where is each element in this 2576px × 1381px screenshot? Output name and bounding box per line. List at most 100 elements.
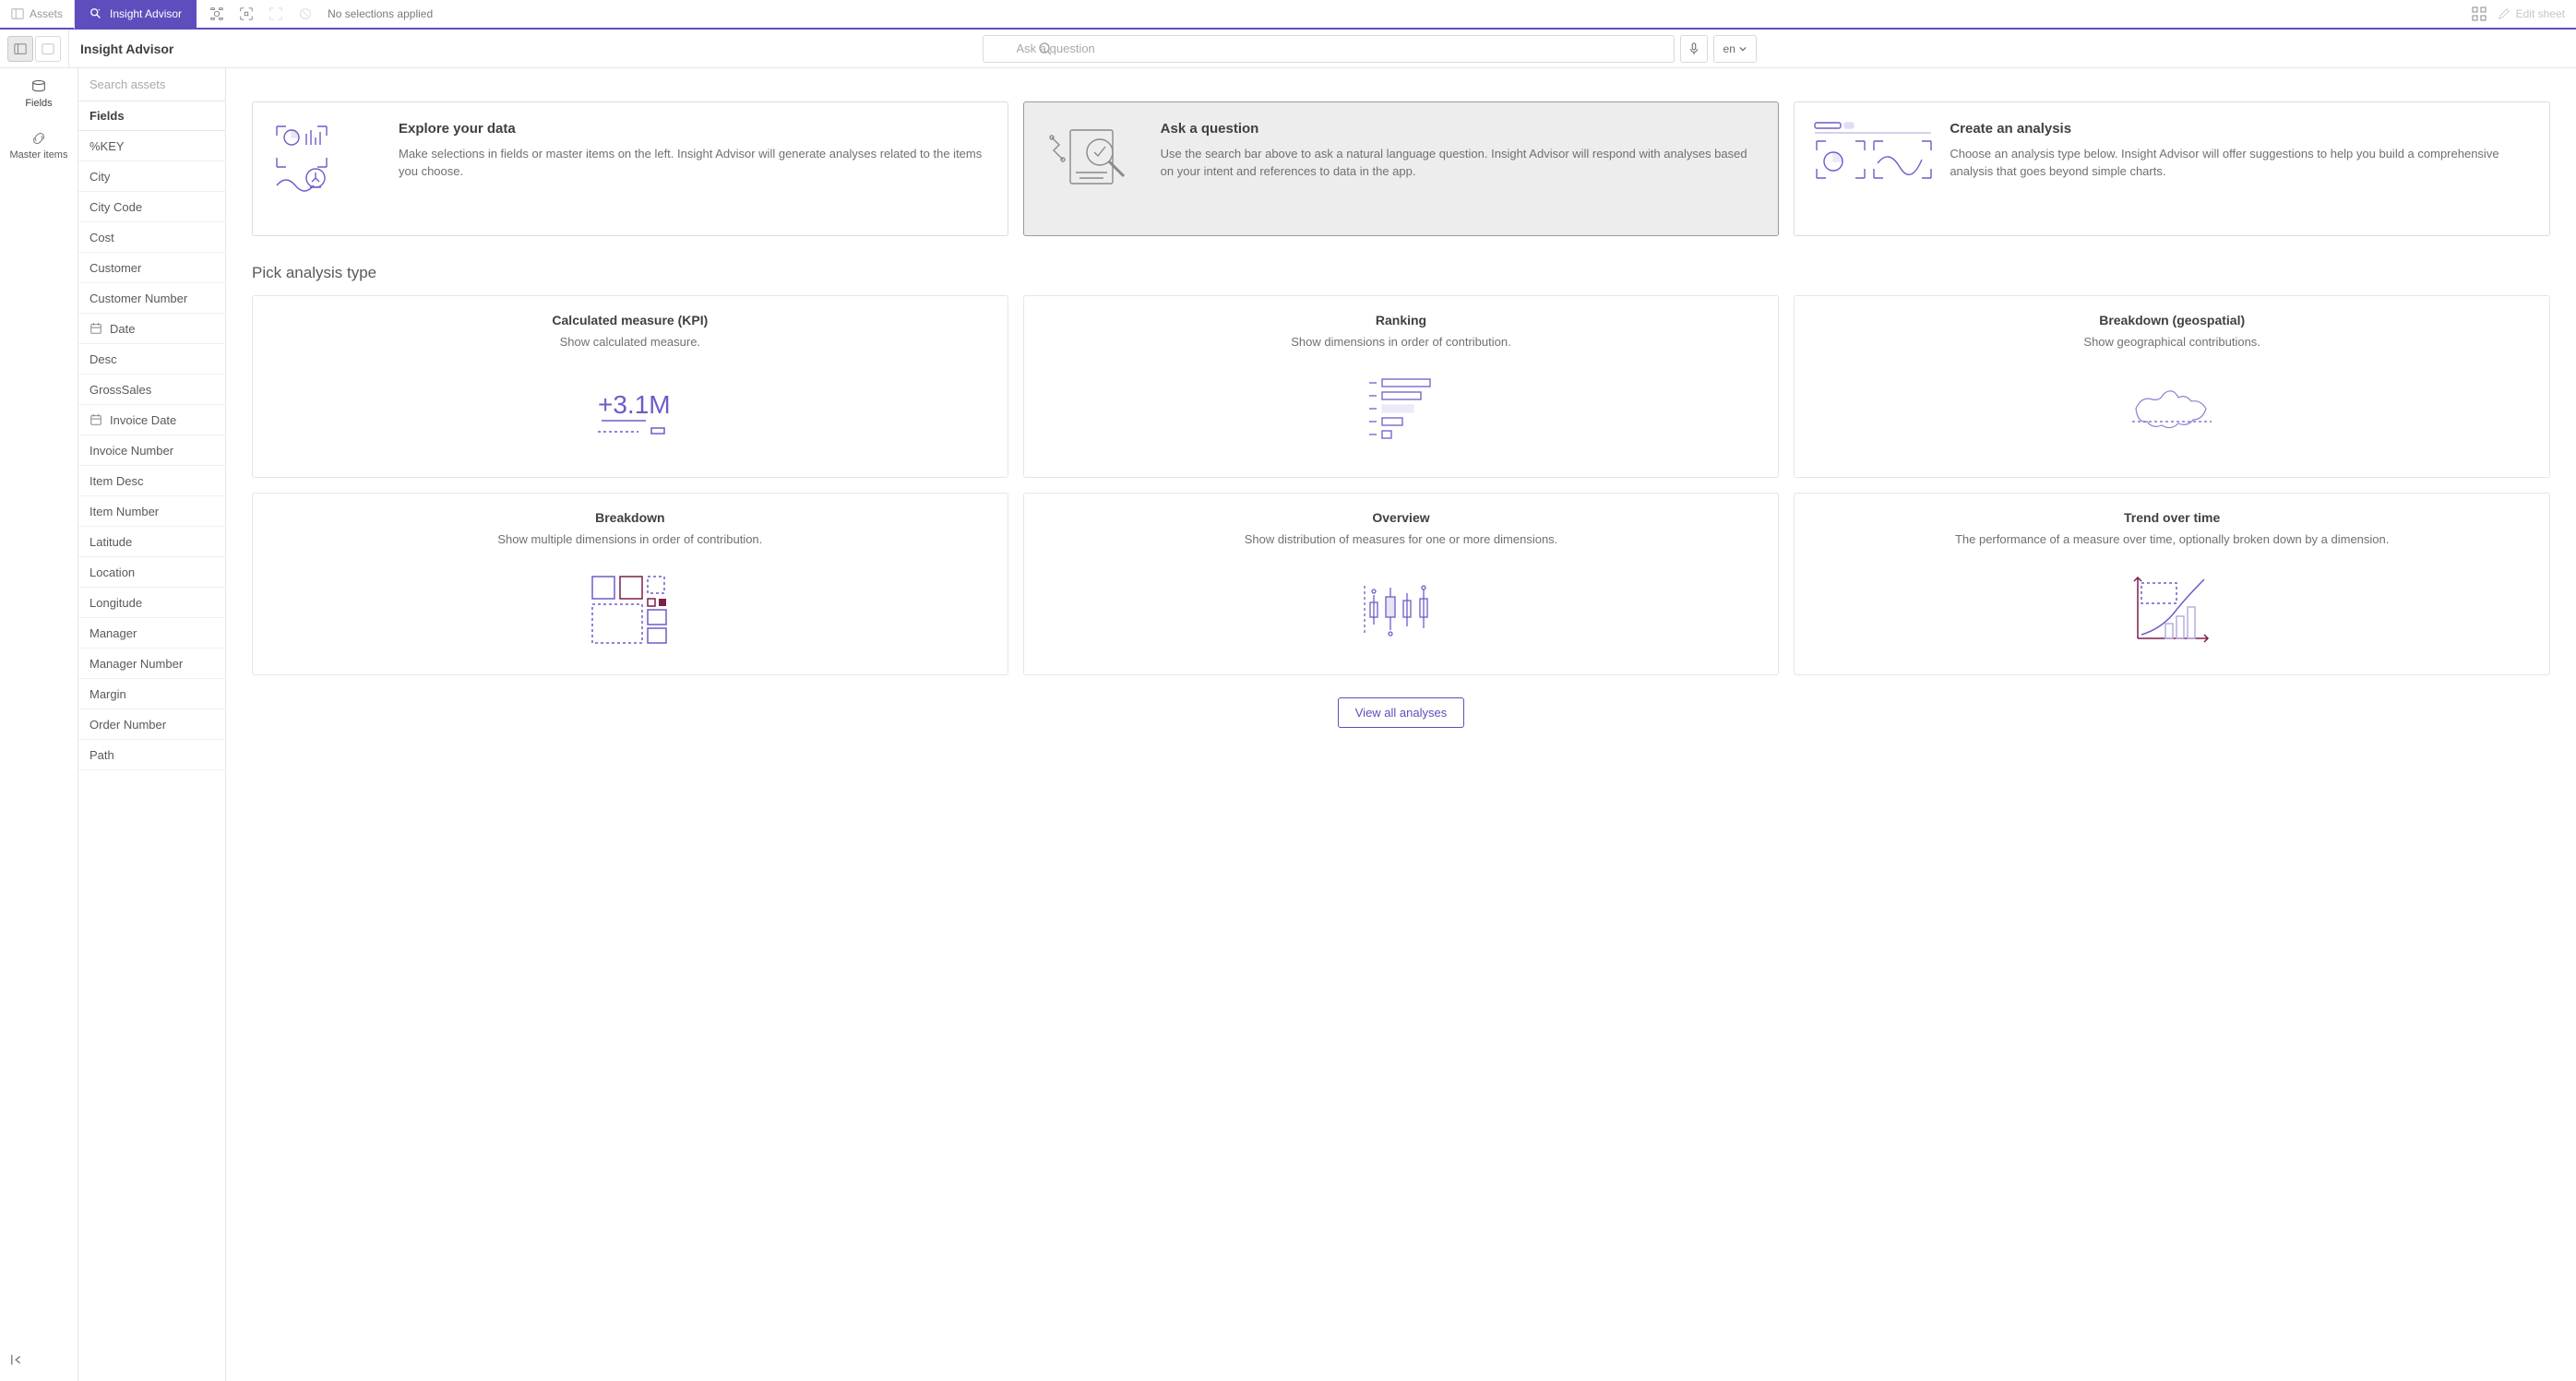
field-label: Path [89,748,114,762]
analysis-desc: Show calculated measure. [560,335,700,349]
pencil-icon [2498,7,2510,20]
assets-icon [11,7,24,20]
right-tools: Edit sheet [2472,6,2576,21]
no-selections-text: No selections applied [322,7,433,20]
analysis-viz: +3.1M [589,365,672,458]
analysis-card[interactable]: Calculated measure (KPI) Show calculated … [252,295,1008,478]
top-toolbar: Assets Insight Advisor No selections app… [0,0,2576,30]
subbar-title: Insight Advisor [68,30,173,67]
field-label: Latitude [89,535,132,549]
edit-sheet-label: Edit sheet [2516,7,2565,20]
selection-toolbar: No selections applied [197,1,440,27]
field-item[interactable]: Order Number [78,709,225,740]
side-list[interactable]: %KEYCity City Code Cost CustomerCustomer Nu… [78,131,225,1381]
analysis-card[interactable]: Trend over timeThe performance of a meas… [1794,493,2550,675]
grid-icon[interactable] [2472,6,2487,21]
assets-label: Assets [30,7,63,20]
create-title: Create an analysis [1950,121,2531,137]
search-wrap: en [173,35,2576,63]
field-item[interactable]: Location [78,557,225,588]
search-assets-input[interactable] [78,68,225,101]
field-label: Item Number [89,505,159,518]
field-item[interactable]: Customer [78,253,225,283]
smart-search-icon[interactable] [204,1,230,27]
chevron-down-icon [1739,45,1747,53]
analysis-title: Calculated measure (KPI) [552,313,708,327]
create-card[interactable]: Create an analysis Choose an analysis ty… [1794,101,2550,236]
step-back-icon [263,1,289,27]
analysis-grid: Calculated measure (KPI) Show calculated … [252,295,2550,675]
field-item[interactable]: City [78,161,225,192]
collapse-icon [10,1353,25,1366]
analysis-viz [1359,563,1442,656]
tab-label: Insight Advisor [110,7,182,20]
field-item[interactable]: Item Desc [78,466,225,496]
field-item[interactable]: Invoice Date [78,405,225,435]
field-item[interactable]: Item Number [78,496,225,527]
create-icon [1813,121,1933,185]
field-item[interactable]: Path [78,740,225,770]
field-item[interactable]: Customer Number [78,283,225,314]
field-item[interactable]: Longitude [78,588,225,618]
insight-advisor-tab[interactable]: Insight Advisor [75,0,197,29]
microphone-button[interactable] [1680,35,1708,63]
language-button[interactable]: en [1713,35,1757,63]
side-header: Fields [78,101,225,131]
field-item[interactable]: Date [78,314,225,344]
analysis-title: Ranking [1376,313,1426,327]
field-item[interactable]: Manager [78,618,225,649]
rail-master-label: Master items [10,149,68,161]
panel-view-button[interactable] [7,36,33,62]
field-label: Cost [89,231,114,244]
assets-button[interactable]: Assets [0,0,75,29]
language-label: en [1723,42,1735,55]
side-panel: Fields %KEYCity City Code Cost CustomerCust… [78,68,226,1381]
view-all-button[interactable]: View all analyses [1338,697,1464,728]
full-view-button[interactable] [35,36,61,62]
analysis-viz [2130,365,2213,458]
calendar-icon [89,413,102,426]
search-icon [1038,42,1053,56]
rail-fields[interactable]: Fields [0,68,78,120]
field-item[interactable]: Desc [78,344,225,375]
analysis-desc: Show multiple dimensions in order of con… [497,532,762,546]
analysis-desc: The performance of a measure over time, … [1955,532,2389,546]
field-item[interactable]: Margin [78,679,225,709]
rail-master-items[interactable]: Master items [0,120,78,172]
field-item[interactable]: Latitude [78,527,225,557]
field-label: Manager [89,626,137,640]
collapse-rail-button[interactable] [6,1348,30,1372]
explore-card[interactable]: Explore your data Make selections in fie… [252,101,1008,236]
ask-card[interactable]: Ask a question Use the search bar above … [1023,101,1780,236]
analysis-card[interactable]: Breakdown (geospatial)Show geographical … [1794,295,2550,478]
sub-toolbar: Insight Advisor en [0,30,2576,68]
analysis-desc: Show dimensions in order of contribution… [1291,335,1510,349]
main-area: Fields Master items Fields %KEYCity City … [0,68,2576,1381]
analysis-card[interactable]: Ranking Show dimensions in order of contr… [1023,295,1780,478]
field-item[interactable]: City Code [78,192,225,222]
analysis-card[interactable]: OverviewShow distribution of measures fo… [1023,493,1780,675]
field-label: Location [89,565,135,579]
section-title: Pick analysis type [252,264,2550,282]
analysis-card[interactable]: BreakdownShow multiple dimensions in ord… [252,493,1008,675]
field-label: City Code [89,200,142,214]
field-item[interactable]: Invoice Number [78,435,225,466]
field-item[interactable]: Manager Number [78,649,225,679]
intro-cards: Explore your data Make selections in fie… [252,101,2550,236]
selections-tool-icon[interactable] [233,1,259,27]
analysis-viz [2130,563,2213,656]
field-item[interactable]: %KEY [78,131,225,161]
database-icon [30,79,47,94]
left-rail: Fields Master items [0,68,78,1381]
field-label: Longitude [89,596,142,610]
analysis-desc: Show geographical contributions. [2083,335,2260,349]
analysis-viz [589,563,672,656]
ask-question-input[interactable] [983,35,1675,63]
side-search [78,68,225,101]
ask-icon [1043,121,1144,195]
field-label: Date [110,322,135,336]
field-item[interactable]: GrossSales [78,375,225,405]
explore-desc: Make selections in fields or master item… [399,146,989,181]
field-item[interactable]: Cost [78,222,225,253]
analysis-title: Overview [1372,510,1429,525]
